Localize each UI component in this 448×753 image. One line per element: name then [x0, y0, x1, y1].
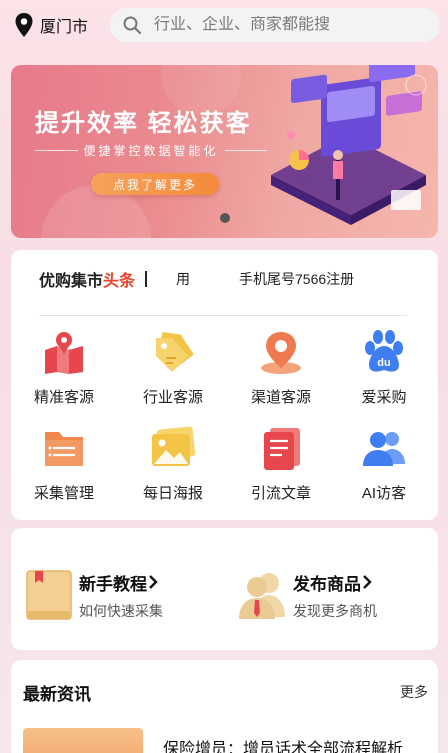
brand-accent: 头条: [103, 273, 136, 290]
chevron-right-icon: [149, 575, 158, 589]
brand-main: 优购集市: [39, 273, 104, 290]
picture-icon: [152, 426, 196, 466]
feature-grid: 精准客源 行业客源 渠道客源 du 爱采购 采集管理 每日海报 引流文章 AI访…: [11, 328, 438, 518]
users-icon: [363, 432, 405, 466]
top-bar: 厦门市: [0, 0, 448, 50]
grid-item-daily-poster[interactable]: 每日海报: [123, 424, 223, 510]
banner-subtitle-text: 便捷掌控数据智能化: [83, 144, 219, 158]
grid-item-label: 渠道客源: [250, 389, 311, 406]
grid-item-label: 爱采购: [361, 389, 407, 406]
banner-subtitle-rule: [35, 150, 78, 151]
brand-separator: [145, 271, 148, 287]
news-item-title[interactable]: 保险增员：增员话术全部流程解析: [163, 735, 403, 753]
city-selector[interactable]: 厦门市: [14, 10, 88, 40]
search-icon: [123, 16, 142, 35]
grid-item-precise-leads[interactable]: 精准客源: [14, 328, 114, 414]
publish-title: 发布商品: [293, 574, 361, 594]
carousel-indicator[interactable]: [220, 213, 230, 223]
grid-item-label: 引流文章: [250, 485, 311, 502]
news-thumbnail[interactable]: [23, 728, 143, 753]
tag-icon: [156, 331, 194, 372]
ticker-fragment: 用: [176, 271, 190, 287]
svg-text:du: du: [377, 357, 390, 369]
tutorial-title-row: 新手教程: [79, 570, 163, 595]
grid-item-label: 每日海报: [142, 485, 203, 502]
search-input[interactable]: [154, 16, 414, 34]
headline-brand: 优购集市头条: [39, 268, 148, 290]
chevron-right-icon: [363, 575, 372, 589]
grid-item-label: 精准客源: [33, 389, 94, 406]
tutorial-subtitle: 如何快速采集: [79, 602, 163, 619]
grid-item-label: 采集管理: [33, 485, 94, 502]
banner-subtitle: 便捷掌控数据智能化: [35, 142, 268, 159]
news-header: 最新资讯: [23, 685, 91, 704]
grid-item-industry-leads[interactable]: 行业客源: [123, 328, 223, 414]
grid-item-label: AI访客: [361, 485, 407, 502]
promo-banner[interactable]: 提升效率 轻松获客 便捷掌控数据智能化 点我了解更多: [11, 65, 438, 238]
map-icon: [45, 332, 83, 374]
banner-cta-button[interactable]: 点我了解更多: [91, 173, 219, 195]
grid-item-baidu-purchase[interactable]: du 爱采购: [334, 328, 434, 414]
location-pin-icon: [15, 13, 33, 37]
grid-item-channel-leads[interactable]: 渠道客源: [231, 328, 331, 414]
book-icon: [26, 570, 72, 620]
folder-list-icon: [45, 432, 83, 466]
document-icon: [264, 428, 300, 470]
grid-item-traffic-articles[interactable]: 引流文章: [231, 424, 331, 510]
grid-item-label: 行业客源: [142, 389, 203, 406]
guide-card: 新手教程 如何快速采集 发布商品 发现更多商机: [11, 528, 438, 650]
tutorial-title: 新手教程: [79, 574, 147, 594]
search-bar[interactable]: [110, 8, 440, 42]
grid-item-collection-manage[interactable]: 采集管理: [14, 424, 114, 510]
publish-subtitle: 发现更多商机: [293, 602, 377, 619]
news-more-link[interactable]: 更多: [400, 682, 428, 702]
tutorial-entry[interactable]: 新手教程 如何快速采集: [23, 566, 163, 624]
headline-ticker[interactable]: 手机尾号7566注册: [239, 268, 354, 290]
publish-entry[interactable]: 发布商品 发现更多商机: [237, 566, 377, 624]
location-icon: [261, 332, 301, 374]
people-icon: [239, 573, 285, 619]
banner-title: 提升效率 轻松获客: [35, 110, 252, 137]
baidu-paw-icon: du: [365, 330, 403, 372]
divider: [39, 315, 407, 316]
publish-title-row: 发布商品: [293, 570, 377, 595]
grid-item-ai-visitors[interactable]: AI访客: [334, 424, 434, 510]
city-label: 厦门市: [40, 19, 89, 36]
news-card: 最新资讯 更多 保险增员：增员话术全部流程解析: [11, 660, 438, 753]
dashboard-illustration: [271, 65, 427, 225]
headline-card: 优购集市头条 用 手机尾号7566注册 精准客源 行业客源 渠道客源 du 爱采…: [11, 250, 438, 520]
